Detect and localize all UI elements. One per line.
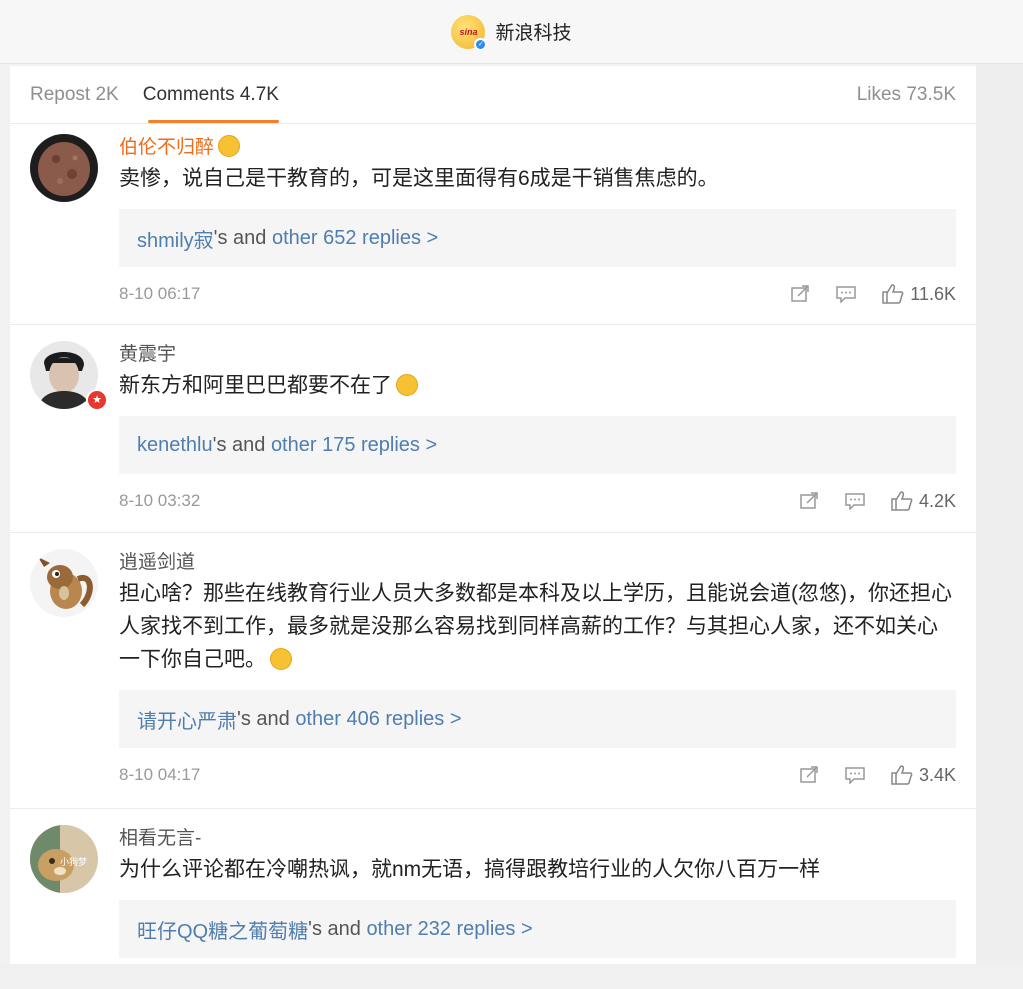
like-count: 4.2K [918, 490, 956, 511]
reply-user[interactable]: shmily寂 [137, 224, 214, 253]
comment-meta: 8-10 06:17 11.6K [119, 267, 956, 321]
reply-joiner: 's and [213, 226, 272, 249]
share-icon[interactable] [790, 285, 810, 303]
timestamp: 8-10 04:17 [119, 765, 201, 784]
glasses-emoji-icon [270, 648, 292, 670]
timestamp: 8-10 03:32 [119, 491, 201, 510]
tab-comments[interactable]: Comments 4.7K [143, 84, 279, 123]
reply-joiner: 's and [212, 433, 271, 456]
reply-user[interactable]: kenethlu [137, 434, 213, 457]
comment-item: 逍遥剑道 担心啥？那些在线教育行业人员大多数都是本科及以上学历，且能说会道(忽悠… [10, 533, 976, 809]
thumbs-up-icon [882, 284, 904, 304]
replies-link[interactable]: shmily寂's and other 652 replies > [119, 209, 956, 267]
comment-actions: 3.4K [799, 765, 956, 786]
more-replies[interactable]: other 175 replies > [271, 434, 437, 457]
replies-link[interactable]: 请开心严肃's and other 406 replies > [119, 690, 956, 748]
comment-actions: 11.6K [790, 284, 956, 305]
top-bar: sina ✓ 新浪科技 [0, 0, 1023, 64]
comment-icon[interactable] [845, 766, 865, 784]
comment-text-body: 担心啥？那些在线教育行业人员大多数都是本科及以上学历，且能说会道(忽悠)，你还担… [119, 582, 952, 671]
thumbs-up-icon [891, 765, 913, 785]
replies-link[interactable]: 旺仔QQ糖之葡萄糖's and other 232 replies > [119, 900, 956, 958]
comment-author[interactable]: 伯伦不归醉 [119, 134, 956, 162]
avatar[interactable] [30, 549, 98, 617]
comment-meta: 8-10 03:32 4.2K [119, 474, 956, 528]
timestamp: 8-10 06:17 [119, 284, 201, 303]
more-replies[interactable]: other 232 replies > [366, 918, 532, 941]
tab-likes[interactable]: Likes 73.5K [857, 84, 956, 106]
account-name: 新浪科技 [495, 23, 572, 44]
comment-text: 新东方和阿里巴巴都要不在了 [119, 369, 956, 402]
vip-badge-icon: ★ [86, 389, 108, 411]
comment-actions: 4.2K [799, 491, 956, 512]
reply-joiner: 's and [237, 707, 296, 730]
comment-author[interactable]: 逍遥剑道 [119, 549, 956, 577]
comment-author[interactable]: 黄震宇 [119, 341, 956, 369]
comment-text: 为什么评论都在冷嘲热讽，就nm无语，搞得跟教培行业的人欠你八百万一样 [119, 858, 821, 881]
comment-item: ★ 黄震宇 新东方和阿里巴巴都要不在了 kenethlu's and other… [10, 325, 976, 533]
tab-bar: Repost 2K Comments 4.7K Likes 73.5K [10, 66, 976, 124]
share-icon[interactable] [799, 492, 819, 510]
comments-panel: Repost 2K Comments 4.7K Likes 73.5K 伯伦不归… [10, 66, 976, 964]
more-replies[interactable]: other 652 replies > [272, 227, 438, 250]
like-button[interactable]: 4.2K [891, 491, 956, 512]
tab-repost[interactable]: Repost 2K [30, 84, 119, 106]
account-header[interactable]: sina ✓ 新浪科技 [451, 14, 572, 51]
side-gutter [976, 64, 1023, 964]
sina-logo: sina ✓ [451, 14, 488, 51]
reply-user[interactable]: 旺仔QQ糖之葡萄糖 [137, 915, 308, 944]
comment-item: 伯伦不归醉 卖惨，说自己是干教育的，可是这里面得有6成是干销售焦虑的。 shmi… [10, 124, 976, 325]
comment-item: 小狗梦 相看无言- 为什么评论都在冷嘲热讽，就nm无语，搞得跟教培行业的人欠你八… [10, 809, 976, 964]
avatar-caption: 小狗梦 [60, 857, 88, 867]
author-name[interactable]: 伯伦不归醉 [119, 137, 214, 158]
avatar[interactable] [30, 134, 98, 202]
like-button[interactable]: 3.4K [891, 765, 956, 786]
comment-author[interactable]: 相看无言- [119, 825, 956, 853]
more-replies[interactable]: other 406 replies > [295, 708, 461, 731]
reply-user[interactable]: 请开心严肃 [137, 705, 237, 734]
crying-emoji-icon [396, 374, 418, 396]
bottom-gutter [0, 964, 1023, 989]
like-count: 3.4K [918, 764, 956, 785]
heart-eyes-emoji-icon [218, 135, 241, 157]
comment-text: 担心啥？那些在线教育行业人员大多数都是本科及以上学历，且能说会道(忽悠)，你还担… [119, 577, 956, 676]
comment-meta: 8-10 04:17 3.4K [119, 748, 956, 802]
like-count: 11.6K [910, 283, 956, 304]
comment-icon[interactable] [845, 492, 865, 510]
thumbs-up-icon [891, 491, 913, 511]
reply-joiner: 's and [308, 917, 367, 940]
comment-text: 卖惨，说自己是干教育的，可是这里面得有6成是干销售焦虑的。 [119, 167, 719, 190]
avatar[interactable]: 小狗梦 [30, 825, 98, 893]
replies-link[interactable]: kenethlu's and other 175 replies > [119, 416, 956, 474]
share-icon[interactable] [799, 766, 819, 784]
comment-icon[interactable] [836, 285, 857, 303]
comment-text-body: 新东方和阿里巴巴都要不在了 [119, 374, 392, 397]
logo-text: sina [459, 26, 478, 37]
like-button[interactable]: 11.6K [882, 284, 956, 305]
verified-badge-icon: ✓ [474, 37, 488, 51]
